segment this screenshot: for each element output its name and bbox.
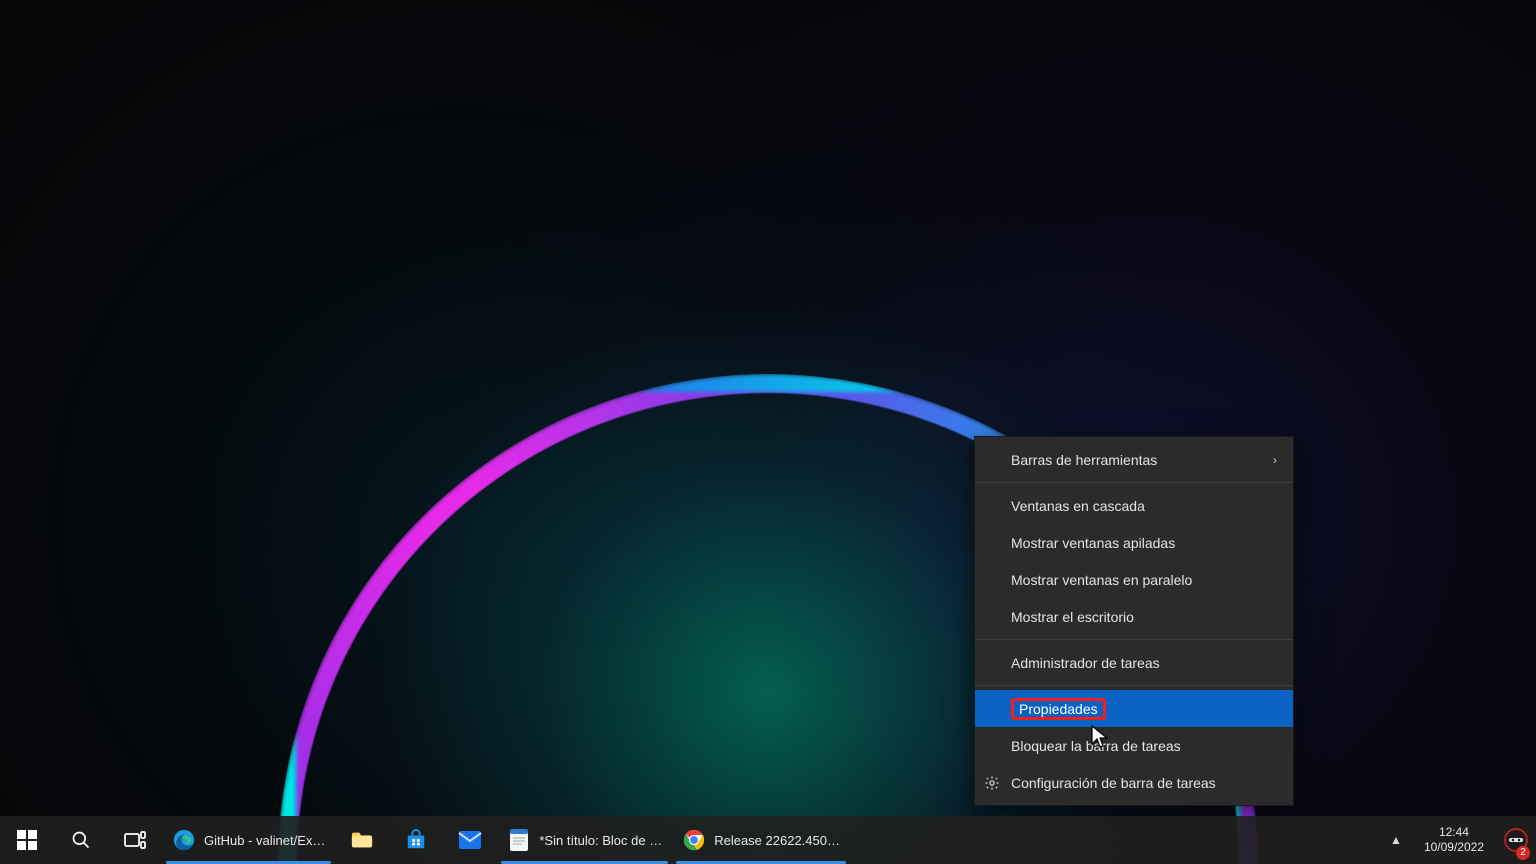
context-menu-separator bbox=[975, 685, 1293, 686]
context-menu-item-label: Configuración de barra de tareas bbox=[1011, 775, 1216, 791]
context-menu-item-label: Mostrar ventanas en paralelo bbox=[1011, 572, 1192, 588]
taskbar: GitHub - valinet/Ex… *Sin título: Bloc de… bbox=[0, 816, 1536, 864]
explorer-icon bbox=[350, 828, 374, 852]
context-menu-item-stacked[interactable]: Mostrar ventanas apiladas bbox=[975, 524, 1293, 561]
context-menu-item-settings[interactable]: Configuración de barra de tareas bbox=[975, 764, 1293, 801]
search-icon bbox=[69, 828, 93, 852]
context-menu-item-label: Propiedades bbox=[1011, 698, 1106, 720]
taskbar-app-explorer[interactable] bbox=[335, 816, 389, 864]
notepad-icon bbox=[507, 828, 531, 852]
context-menu-separator bbox=[975, 482, 1293, 483]
clock-date: 10/09/2022 bbox=[1424, 840, 1484, 855]
mail-icon bbox=[458, 828, 482, 852]
taskbar-app-label: GitHub - valinet/Ex… bbox=[204, 833, 325, 848]
desktop-wallpaper[interactable] bbox=[0, 0, 1536, 864]
taskbar-clock[interactable]: 12:44 10/09/2022 bbox=[1412, 816, 1496, 864]
tray-overflow-button[interactable]: ▲ bbox=[1380, 816, 1412, 864]
chevron-up-icon: ▲ bbox=[1384, 828, 1408, 852]
store-icon bbox=[404, 828, 428, 852]
task-view-icon bbox=[123, 828, 147, 852]
notification-center-button[interactable]: 2 bbox=[1496, 816, 1536, 864]
context-menu-item-sidebyside[interactable]: Mostrar ventanas en paralelo bbox=[975, 561, 1293, 598]
taskbar-app-store[interactable] bbox=[389, 816, 443, 864]
clock-time: 12:44 bbox=[1439, 825, 1469, 840]
windows-logo-icon bbox=[15, 828, 39, 852]
task-view-button[interactable] bbox=[108, 816, 162, 864]
context-menu-item-lockbar[interactable]: Bloquear la barra de tareas bbox=[975, 727, 1293, 764]
context-menu-item-label: Ventanas en cascada bbox=[1011, 498, 1145, 514]
context-menu-separator bbox=[975, 639, 1293, 640]
taskbar-app-edge[interactable]: GitHub - valinet/Ex… bbox=[162, 816, 335, 864]
search-button[interactable] bbox=[54, 816, 108, 864]
taskbar-app-mail[interactable] bbox=[443, 816, 497, 864]
edge-icon bbox=[172, 828, 196, 852]
context-menu-item-taskmgr[interactable]: Administrador de tareas bbox=[975, 644, 1293, 681]
context-menu-item-label: Administrador de tareas bbox=[1011, 655, 1160, 671]
gear-icon bbox=[983, 774, 1001, 792]
taskbar-app-label: Release 22622.450… bbox=[714, 833, 840, 848]
context-menu-item-showdesk[interactable]: Mostrar el escritorio bbox=[975, 598, 1293, 635]
context-menu-item-label: Mostrar el escritorio bbox=[1011, 609, 1134, 625]
taskbar-context-menu: Barras de herramientas › Ventanas en casca… bbox=[974, 436, 1294, 806]
taskbar-app-chrome[interactable]: Release 22622.450… bbox=[672, 816, 850, 864]
chevron-right-icon: › bbox=[1273, 453, 1277, 467]
start-button[interactable] bbox=[0, 816, 54, 864]
notification-badge: 2 bbox=[1516, 846, 1530, 860]
context-menu-item-properties[interactable]: Propiedades bbox=[975, 690, 1293, 727]
context-menu-item-label: Barras de herramientas bbox=[1011, 452, 1157, 468]
context-menu-item-cascade[interactable]: Ventanas en cascada bbox=[975, 487, 1293, 524]
chrome-icon bbox=[682, 828, 706, 852]
context-menu-item-toolbars[interactable]: Barras de herramientas › bbox=[975, 441, 1293, 478]
context-menu-item-label: Bloquear la barra de tareas bbox=[1011, 738, 1181, 754]
taskbar-app-label: *Sin título: Bloc de … bbox=[539, 833, 662, 848]
context-menu-item-label: Mostrar ventanas apiladas bbox=[1011, 535, 1175, 551]
taskbar-app-notepad[interactable]: *Sin título: Bloc de … bbox=[497, 816, 672, 864]
